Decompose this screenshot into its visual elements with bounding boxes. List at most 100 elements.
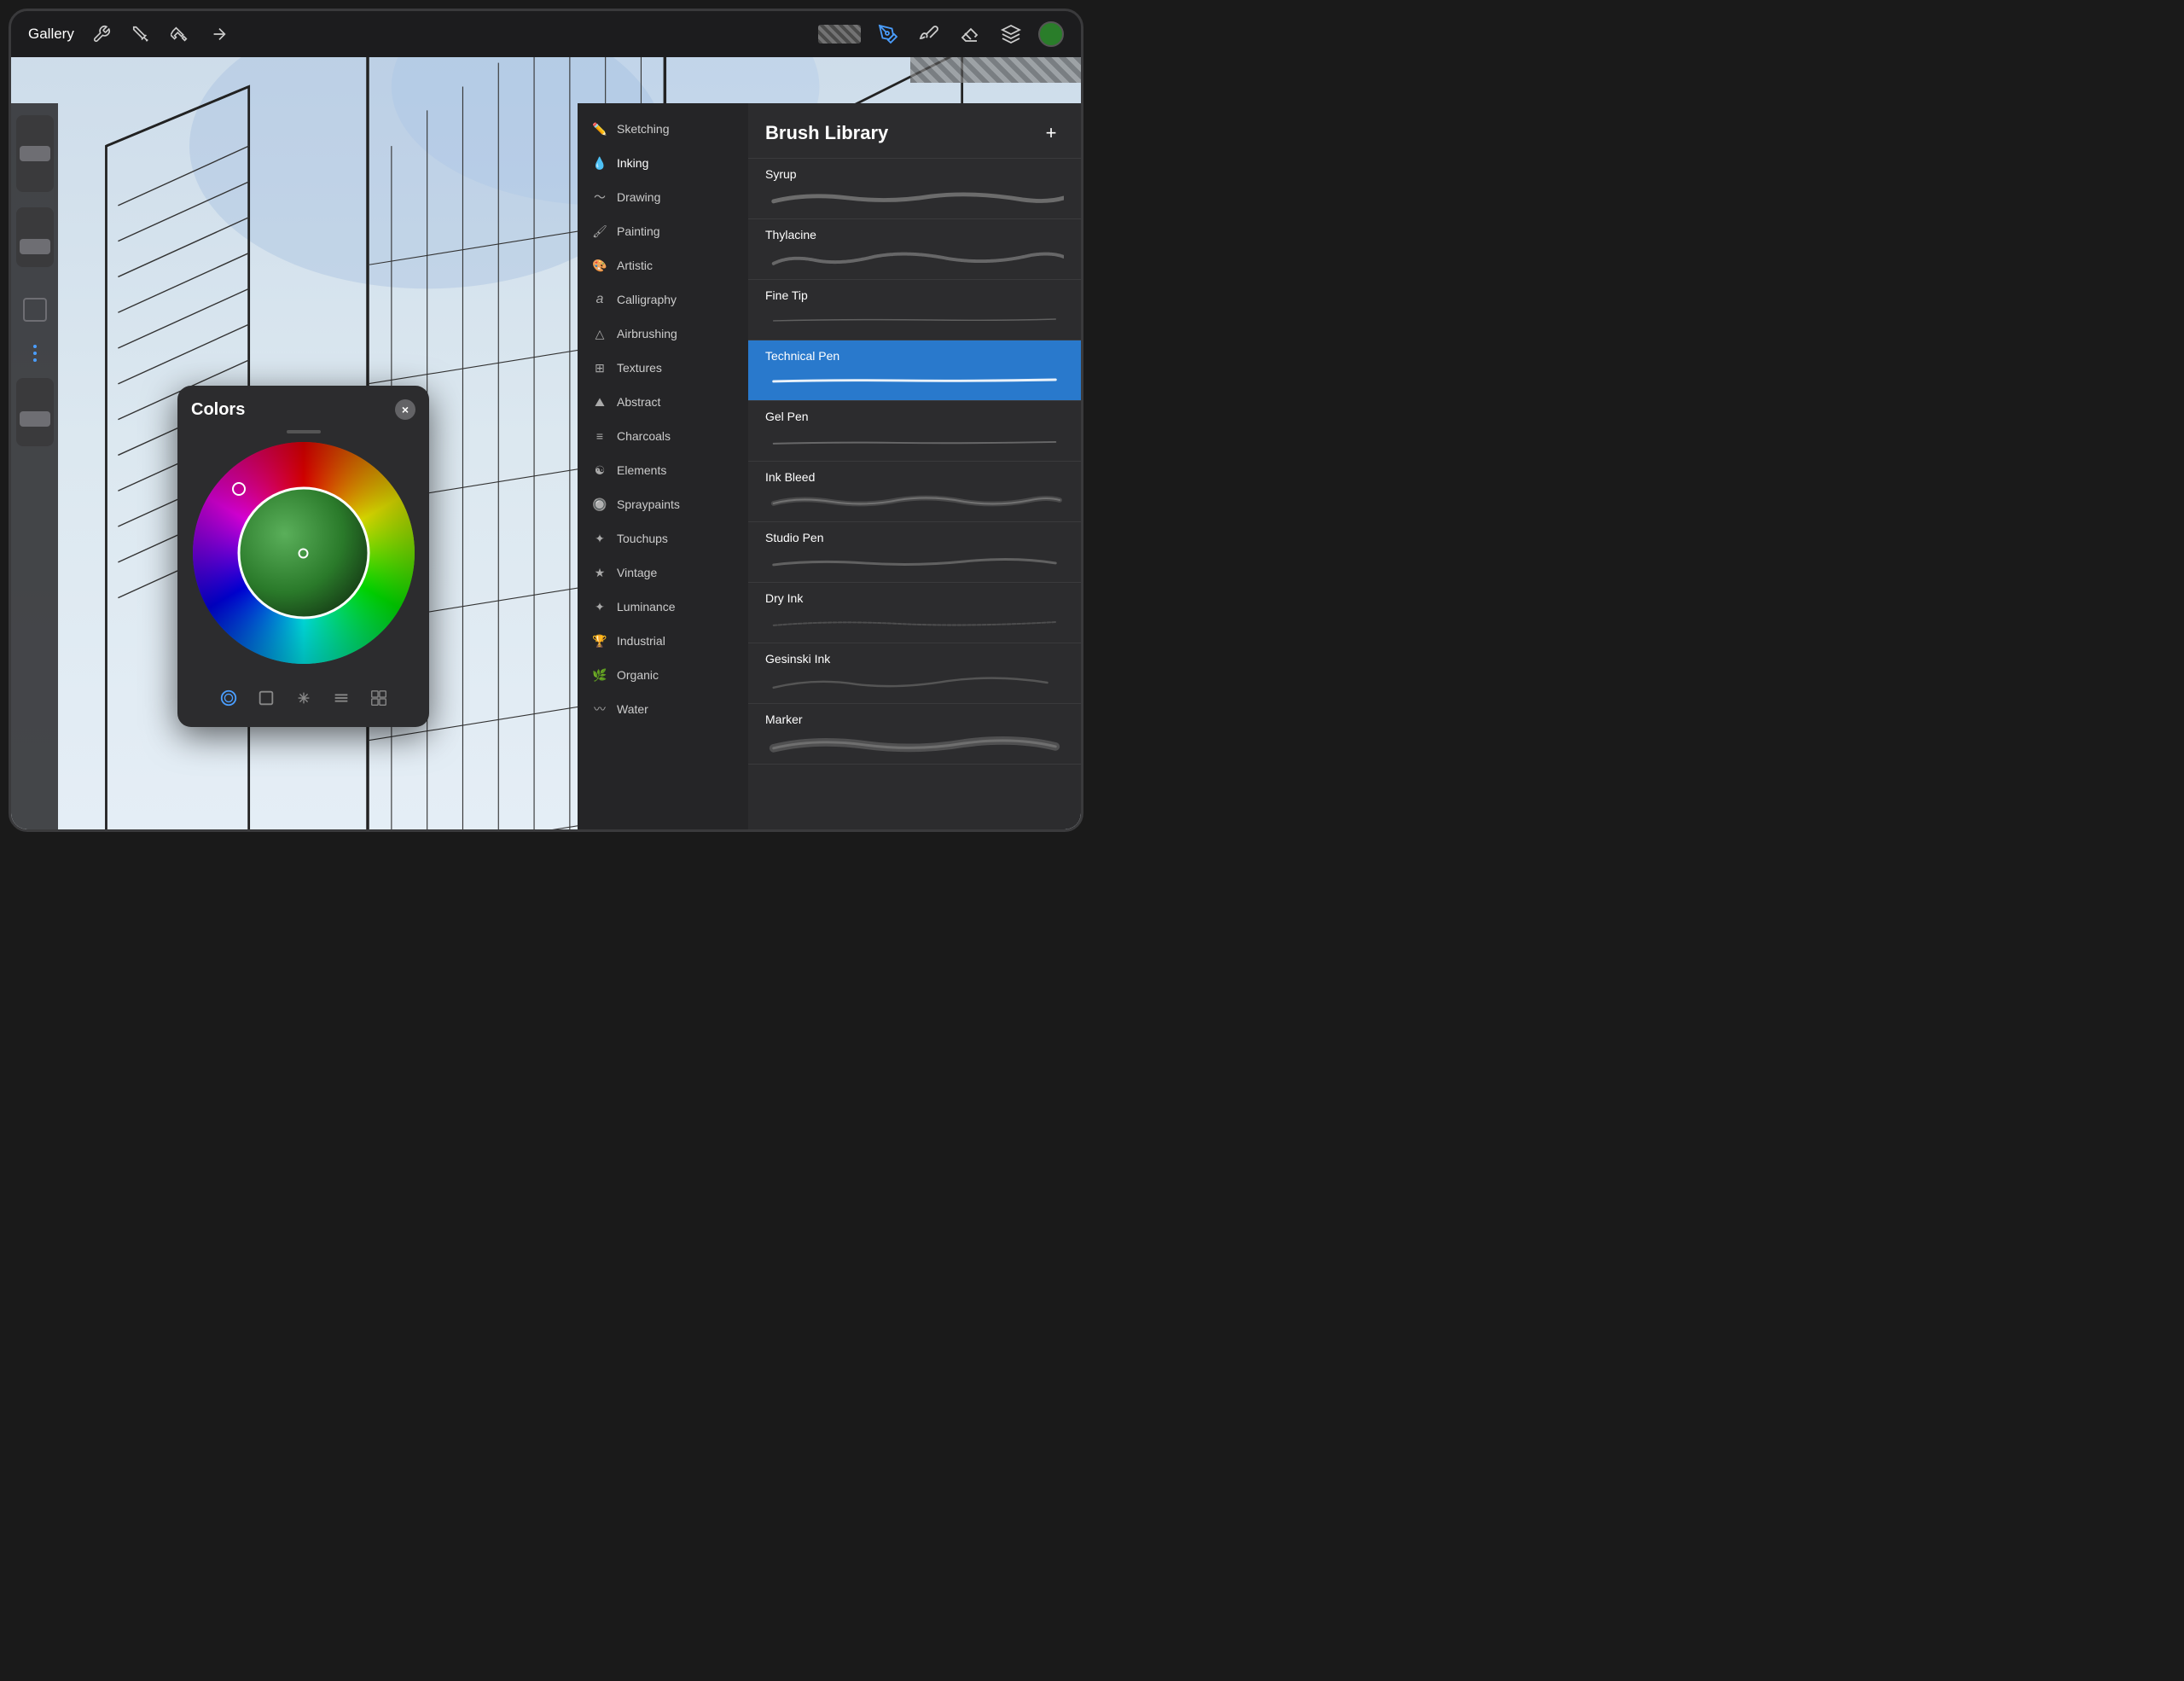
brush-item-syrup[interactable]: Syrup <box>748 159 1081 219</box>
ipad-frame: Gallery <box>9 9 1083 832</box>
color-tab-disc[interactable] <box>213 683 244 713</box>
category-sketching[interactable]: ✏️ Sketching <box>578 112 748 146</box>
brush-item-fine-tip[interactable]: Fine Tip <box>748 280 1081 340</box>
brush-preview-dry-ink <box>765 610 1064 634</box>
eraser-tool-icon[interactable] <box>956 20 984 48</box>
category-elements[interactable]: ☯ Elements <box>578 453 748 487</box>
sidebar-expand-dots[interactable] <box>32 340 38 366</box>
brush-name-dry-ink: Dry Ink <box>765 591 1064 605</box>
gallery-button[interactable]: Gallery <box>28 26 74 43</box>
color-wheel-inner <box>237 487 369 619</box>
color-tab-palettes[interactable] <box>363 683 394 713</box>
brush-item-studio-pen[interactable]: Studio Pen <box>748 522 1081 583</box>
inking-icon: 💧 <box>591 154 608 172</box>
brush-name-fine-tip: Fine Tip <box>765 288 1064 302</box>
category-luminance[interactable]: ✦ Luminance <box>578 590 748 624</box>
opacity-thumb <box>20 239 50 254</box>
brush-name-syrup: Syrup <box>765 167 1064 181</box>
category-drawing[interactable]: 〜 Drawing <box>578 180 748 214</box>
brush-categories: ✏️ Sketching 💧 Inking 〜 Drawing 🖌 Painti… <box>578 103 748 829</box>
brush-library-panel: ✏️ Sketching 💧 Inking 〜 Drawing 🖌 Painti… <box>578 103 1081 829</box>
brush-name-ink-bleed: Ink Bleed <box>765 470 1064 484</box>
wrench-icon[interactable] <box>90 22 113 46</box>
color-wheel[interactable] <box>193 442 415 664</box>
brush-preview-gesinski-ink <box>765 671 1064 695</box>
left-sidebar <box>11 103 58 829</box>
brush-library-title: Brush Library <box>765 122 888 144</box>
category-painting[interactable]: 🖌 Painting <box>578 214 748 248</box>
category-organic[interactable]: 🌿 Organic <box>578 658 748 692</box>
category-airbrushing[interactable]: △ Airbrushing <box>578 317 748 351</box>
brush-item-marker[interactable]: Marker <box>748 704 1081 765</box>
smudge-icon[interactable] <box>168 22 192 46</box>
canvas-stripe <box>910 57 1081 83</box>
flow-thumb <box>20 411 50 427</box>
color-picker-title: Colors <box>191 400 245 420</box>
brush-preview-studio-pen <box>765 550 1064 573</box>
charcoals-icon: ≡ <box>591 428 608 445</box>
category-vintage[interactable]: ★ Vintage <box>578 555 748 590</box>
brush-add-button[interactable]: + <box>1038 120 1064 146</box>
canvas-mode-indicator <box>818 25 861 44</box>
brush-list-inner: Syrup Thylacine <box>748 159 1081 829</box>
brush-item-gel-pen[interactable]: Gel Pen <box>748 401 1081 462</box>
brush-item-technical-pen[interactable]: Technical Pen <box>748 340 1081 401</box>
layers-tool-icon[interactable] <box>997 20 1025 48</box>
brush-list: Brush Library + Syrup <box>748 103 1081 829</box>
category-touchups[interactable]: ✦ Touchups <box>578 521 748 555</box>
textures-icon: ⊞ <box>591 359 608 376</box>
brush-item-gesinski-ink[interactable]: Gesinski Ink <box>748 643 1081 704</box>
category-calligraphy[interactable]: a Calligraphy <box>578 282 748 317</box>
calligraphy-icon: a <box>591 291 608 308</box>
brush-item-thylacine[interactable]: Thylacine <box>748 219 1081 280</box>
brush-size-slider[interactable] <box>16 115 54 192</box>
pen-tool-icon[interactable] <box>874 20 902 48</box>
brush-name-gesinski-ink: Gesinski Ink <box>765 652 1064 666</box>
elements-icon: ☯ <box>591 462 608 479</box>
category-artistic[interactable]: 🎨 Artistic <box>578 248 748 282</box>
brush-preview-thylacine <box>765 247 1064 270</box>
color-picker-close-button[interactable]: × <box>395 399 415 420</box>
color-wheel-container[interactable] <box>193 442 415 664</box>
category-spraypaints[interactable]: 🔘 Spraypaints <box>578 487 748 521</box>
category-water[interactable]: 〰 Water <box>578 692 748 726</box>
arrow-icon[interactable] <box>207 22 231 46</box>
color-tab-harmony[interactable] <box>288 683 319 713</box>
color-wheel-outer-cursor <box>232 482 246 496</box>
top-bar: Gallery <box>11 11 1081 57</box>
top-bar-left: Gallery <box>28 22 231 46</box>
color-secondary[interactable] <box>23 298 47 322</box>
brush-tool-icon[interactable] <box>915 20 943 48</box>
color-picker-header: Colors × <box>191 399 415 420</box>
abstract-icon: ⛰ <box>591 393 608 410</box>
painting-icon: 🖌 <box>591 223 608 240</box>
brush-preview-marker <box>765 731 1064 755</box>
active-color[interactable] <box>1038 21 1064 47</box>
industrial-icon: 🏆 <box>591 632 608 649</box>
category-industrial[interactable]: 🏆 Industrial <box>578 624 748 658</box>
touchups-icon: ✦ <box>591 530 608 547</box>
water-icon: 〰 <box>591 701 608 718</box>
category-abstract[interactable]: ⛰ Abstract <box>578 385 748 419</box>
color-wheel-inner-cursor <box>299 548 309 558</box>
sketching-icon: ✏️ <box>591 120 608 137</box>
artistic-icon: 🎨 <box>591 257 608 274</box>
magic-icon[interactable] <box>129 22 153 46</box>
opacity-slider[interactable] <box>16 207 54 267</box>
brush-preview-ink-bleed <box>765 489 1064 513</box>
category-textures[interactable]: ⊞ Textures <box>578 351 748 385</box>
brush-item-ink-bleed[interactable]: Ink Bleed <box>748 462 1081 522</box>
brush-preview-gel-pen <box>765 428 1064 452</box>
canvas-area[interactable]: ✏️ Sketching 💧 Inking 〜 Drawing 🖌 Painti… <box>11 57 1081 829</box>
color-tab-square[interactable] <box>251 683 282 713</box>
color-picker-tabs <box>191 676 415 713</box>
category-charcoals[interactable]: ≡ Charcoals <box>578 419 748 453</box>
category-inking[interactable]: 💧 Inking <box>578 146 748 180</box>
flow-slider[interactable] <box>16 378 54 446</box>
color-tab-gradient[interactable] <box>326 683 357 713</box>
brush-name-studio-pen: Studio Pen <box>765 531 1064 544</box>
panel-drag-handle <box>287 430 321 433</box>
brush-preview-fine-tip <box>765 307 1064 331</box>
brush-preview-syrup <box>765 186 1064 210</box>
brush-item-dry-ink[interactable]: Dry Ink <box>748 583 1081 643</box>
